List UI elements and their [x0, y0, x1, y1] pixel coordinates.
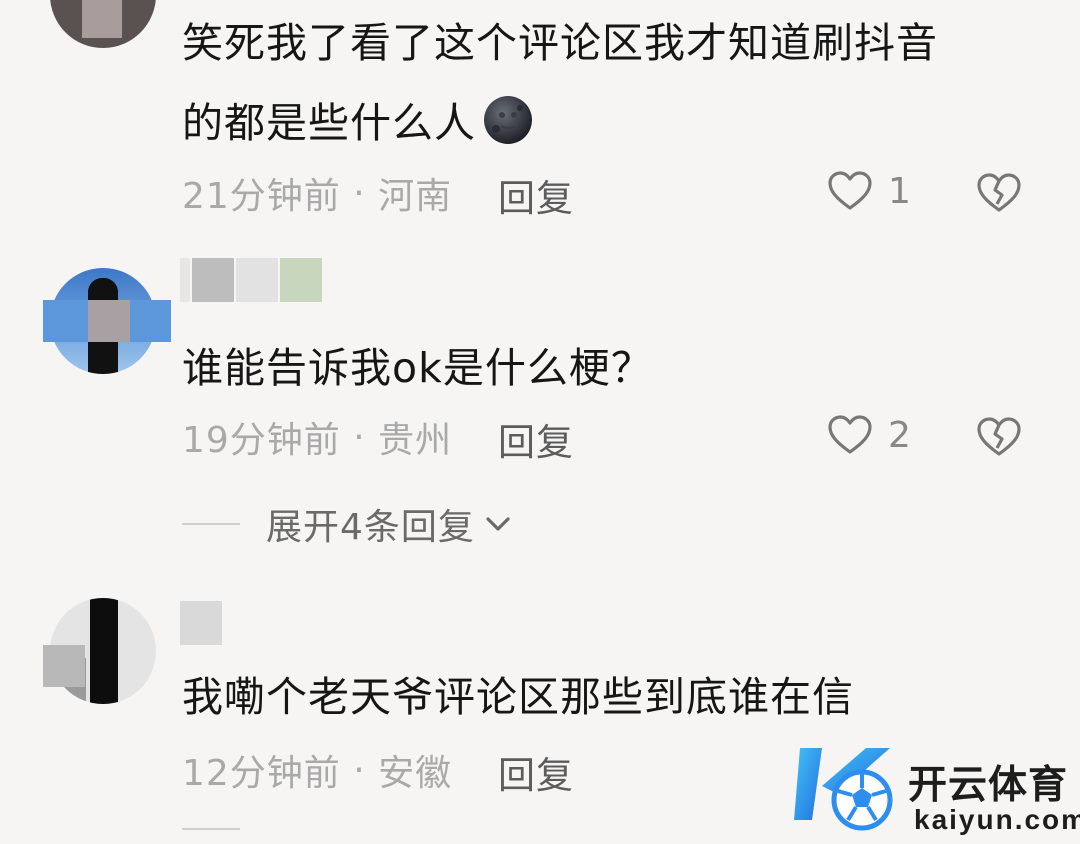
soccer-ball-logo-icon [794, 748, 893, 831]
comment-text-line-1: 笑死我了看了这个评论区我才知道刷抖音 [182, 19, 938, 67]
watermark-subtitle: kaiyun.com [914, 804, 1080, 835]
comment-time: 12分钟前 [182, 753, 341, 794]
like-count: 1 [888, 170, 911, 212]
username-mosaic[interactable] [180, 258, 324, 302]
new-moon-face-emoji [484, 96, 532, 144]
broken-heart-icon[interactable] [975, 413, 1023, 461]
reply-button[interactable]: 回复 [498, 412, 574, 466]
comment-time: 19分钟前 [182, 420, 341, 461]
comment-text: 谁能告诉我ok是什么梗？ [182, 344, 653, 392]
expand-replies-button[interactable]: 展开4条回复 [182, 498, 515, 550]
expand-replies-label: 展开4条回复 [266, 507, 475, 548]
reply-button[interactable]: 回复 [498, 745, 574, 799]
username-mosaic[interactable] [180, 601, 224, 645]
mosaic-overlay [43, 645, 85, 687]
like-button[interactable]: 2 [826, 411, 911, 459]
chevron-down-icon [486, 517, 510, 531]
comment-location: 贵州 [378, 420, 453, 461]
watermark-logo: 开云体育 kaiyun.com [792, 740, 1080, 838]
comment-text-line-2: 的都是些什么人 [182, 99, 476, 147]
comment-time: 21分钟前 [182, 176, 341, 217]
expand-replies-button[interactable] [182, 828, 266, 830]
comment-meta: 21分钟前 · 河南 [182, 168, 452, 218]
watermark-title: 开云体育 [908, 763, 1069, 808]
broken-heart-icon[interactable] [975, 169, 1023, 217]
like-button[interactable]: 1 [826, 167, 911, 215]
mosaic-overlay [88, 300, 130, 342]
heart-icon [828, 171, 872, 210]
like-count: 2 [888, 414, 911, 456]
comment-meta: 12分钟前 · 安徽 [182, 745, 452, 795]
comment-meta: 19分钟前 · 贵州 [182, 412, 452, 462]
comment-location: 河南 [378, 176, 453, 217]
reply-button[interactable]: 回复 [498, 168, 574, 222]
avatar[interactable] [50, 0, 156, 48]
comment-location: 安徽 [378, 753, 453, 794]
divider [182, 523, 240, 525]
comment-text: 我嘞个老天爷评论区那些到底谁在信 [182, 673, 854, 721]
divider [182, 828, 240, 830]
comment-text: 笑死我了看了这个评论区我才知道刷抖音 的都是些什么人 [182, 3, 1022, 163]
heart-icon [828, 415, 872, 454]
